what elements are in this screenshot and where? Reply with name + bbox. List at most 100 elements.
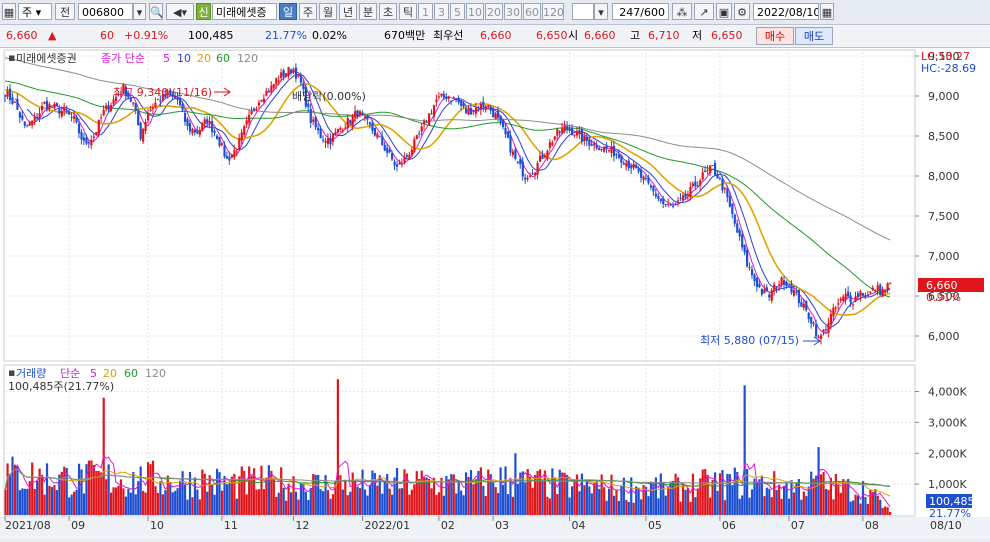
tab-period-6[interactable]: 틱 [399, 3, 417, 20]
search-icon[interactable]: 🔍 [149, 3, 163, 20]
tab-period-5[interactable]: 초 [379, 3, 397, 20]
tab-period-2[interactable]: 월 [319, 3, 337, 20]
market-select[interactable]: 주 ▾ [18, 3, 52, 20]
volume-bar [403, 469, 406, 515]
volume-bar [578, 491, 581, 515]
low-arrow-icon [803, 336, 821, 346]
tab-minute-3[interactable]: 10 [466, 3, 484, 20]
candle-body [294, 67, 298, 79]
stock-name-field[interactable]: 미래에셋증 [212, 3, 277, 20]
date-field[interactable]: 2022/08/10 [753, 3, 819, 20]
gear-icon[interactable]: ⚙ [734, 3, 750, 20]
candle-body [795, 291, 798, 293]
save-icon[interactable]: ▣ [716, 3, 732, 20]
volume-bar [92, 464, 95, 515]
candle-body [75, 117, 78, 123]
volume-bar [563, 472, 566, 515]
tab-minute-0[interactable]: 1 [418, 3, 433, 20]
volume-bar [410, 489, 413, 515]
candle-body [319, 129, 322, 139]
volume-bar [667, 487, 670, 515]
volume-bar [802, 491, 805, 515]
volume-bar [889, 511, 892, 515]
candle-body [13, 101, 17, 103]
prev-button[interactable]: 전 [55, 3, 75, 20]
candle-body [704, 170, 707, 172]
tab-minute-4[interactable]: 20 [485, 3, 503, 20]
candle-body [541, 154, 544, 159]
candle-body [257, 102, 261, 106]
code-dropdown-button[interactable]: ▾ [133, 3, 146, 20]
volume-bar [100, 472, 103, 515]
volume-bar [319, 489, 322, 515]
tab-minute-2[interactable]: 5 [450, 3, 465, 20]
candle-body [681, 195, 685, 201]
candle-body [21, 115, 24, 120]
candle-body [418, 133, 421, 135]
candle-body [142, 128, 145, 142]
volume-bar [275, 496, 278, 515]
volume-bar [289, 492, 293, 515]
volume-bar [810, 471, 813, 515]
tab-minute-1[interactable]: 3 [434, 3, 449, 20]
candle-body [526, 178, 529, 180]
candle-body [363, 116, 367, 118]
indicator-icon[interactable]: ⁂ [672, 3, 692, 20]
candle-body [770, 290, 773, 301]
candle-body [477, 109, 480, 111]
tab-minute-7[interactable]: 120 [542, 3, 564, 20]
candle-body [644, 178, 648, 180]
volume-bar [644, 486, 648, 515]
candle-body [425, 121, 428, 123]
candle-body [235, 151, 238, 153]
volume-bar [856, 495, 860, 515]
volume-bar [770, 497, 773, 515]
volume-bar [548, 498, 552, 515]
volume-bar [395, 468, 399, 515]
volume-bar [159, 481, 162, 515]
volume-bar [782, 485, 786, 515]
candle-body [874, 290, 877, 292]
tab-period-1[interactable]: 주 [299, 3, 317, 20]
market-label: 주 [22, 6, 33, 19]
tab-period-3[interactable]: 년 [339, 3, 357, 20]
candle-body [773, 284, 776, 292]
candle-body [556, 129, 559, 136]
speaker-icon[interactable]: ◀▾ [166, 3, 194, 20]
tab-period-0[interactable]: 일 [279, 3, 297, 20]
tab-minute-6[interactable]: 60 [523, 3, 541, 20]
buy-button[interactable]: 매수 [756, 27, 794, 45]
candle-body [497, 110, 500, 118]
tab-minute-5[interactable]: 30 [504, 3, 522, 20]
volume-current: 100,485주(21.77%) [8, 380, 114, 393]
volume-bar [551, 468, 554, 515]
sell-button[interactable]: 매도 [795, 27, 833, 45]
candle-body [733, 214, 736, 224]
volume-bar [85, 464, 88, 515]
candle-body [506, 131, 510, 138]
tab-period-4[interactable]: 분 [359, 3, 377, 20]
volume-bar [23, 488, 26, 515]
volume-bar [509, 478, 512, 515]
volume-bar [694, 497, 697, 515]
calendar-icon[interactable]: ▦ [820, 3, 834, 20]
candle-body [588, 139, 591, 146]
volume-bar [36, 480, 39, 515]
volume-bar [361, 469, 364, 515]
volume-bar [632, 502, 635, 515]
draw-tool-icon[interactable]: ↗ [694, 3, 714, 20]
stock-chart[interactable]: 6,0006,5007,0007,5008,0008,5009,0009,500… [0, 48, 990, 539]
count-field[interactable]: 247/600 [612, 3, 669, 20]
volume-bar [484, 496, 487, 515]
volume-bar [356, 486, 359, 515]
volume-bar [358, 488, 362, 515]
candle-body [797, 289, 800, 304]
code-input[interactable]: 006800 [78, 3, 133, 20]
grid-icon[interactable]: ▦ [2, 3, 16, 20]
candle-body [6, 90, 9, 97]
custom-period-dropdown[interactable]: ▾ [594, 3, 608, 20]
custom-period-field[interactable] [572, 3, 594, 20]
candle-body [504, 127, 507, 135]
low-value: 6,650 [711, 29, 743, 42]
candle-body [366, 115, 369, 120]
